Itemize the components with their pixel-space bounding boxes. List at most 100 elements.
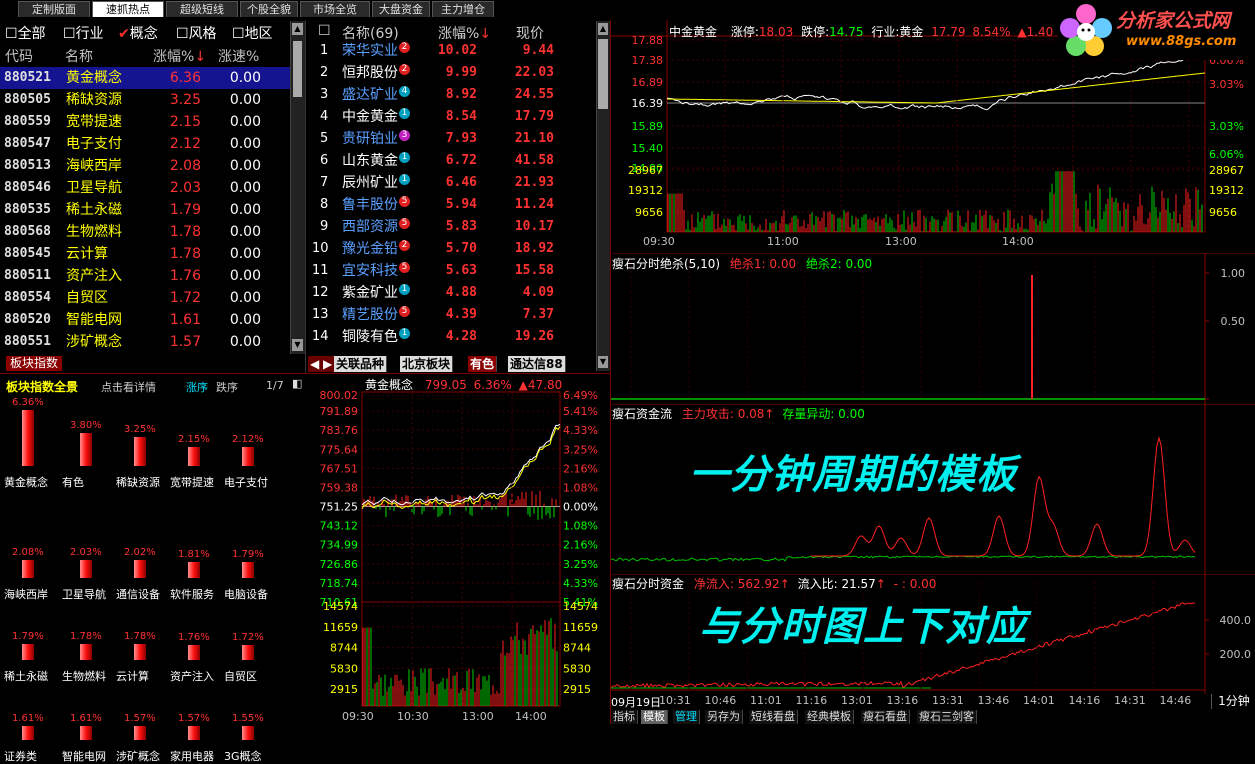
tab-6[interactable]: 大盘资金 [372, 1, 430, 17]
sector-row[interactable]: 880547 电子支付 2.12 0.00 [0, 133, 290, 155]
sector-row[interactable]: 880511 资产注入 1.76 0.00 [0, 265, 290, 287]
stock-row[interactable]: 13 精艺股份 5 4.39 7.37 [308, 304, 594, 326]
stock-row[interactable]: 7 辰州矿业 1 6.46 21.93 [308, 172, 594, 194]
sector-row[interactable]: 880568 生物燃料 1.78 0.00 [0, 221, 290, 243]
sector-bar-item[interactable]: 1.57% 涉矿概念 [114, 398, 168, 763]
tab-1[interactable]: 定制版面 [18, 1, 90, 17]
stock-scroll-down-icon[interactable]: ▼ [598, 356, 608, 368]
sector-bar-item[interactable]: 1.57% 家用电器 [168, 398, 222, 763]
time-axis-tick: 09月19日 [611, 696, 661, 709]
tab-4[interactable]: 个股全貌 [240, 1, 298, 17]
sector-row[interactable]: 880559 宽带提速 2.15 0.00 [0, 111, 290, 133]
stock-row[interactable]: 11 宜安科技 5 5.63 15.58 [308, 260, 594, 282]
stock-scroll-up-icon[interactable]: ▲ [598, 23, 608, 35]
sector-footer-tab[interactable]: 板块指数 [6, 356, 63, 371]
sector-row[interactable]: 880546 卫星导航 2.03 0.00 [0, 177, 290, 199]
sort-desc-button[interactable]: 跌序 [216, 379, 238, 395]
col-code[interactable]: 代码 [5, 46, 33, 66]
filter-industry[interactable]: ☐行业 [63, 23, 104, 43]
sector-bar-item[interactable]: 1.61% 智能电网 [60, 398, 114, 763]
sort-asc-button[interactable]: 涨序 [186, 379, 208, 395]
sector-chg: 1.78 [169, 224, 201, 240]
tab-2[interactable]: 速抓热点 [92, 1, 164, 17]
stock-row[interactable]: 12 紫金矿业 1 4.88 4.09 [308, 282, 594, 304]
sector-row[interactable]: 880551 涉矿概念 1.57 0.00 [0, 331, 290, 353]
stock-badge-icon: 5 [399, 218, 410, 229]
col-name[interactable]: 名称 [65, 46, 93, 66]
stock-row[interactable]: 2 恒邦股份 2 9.99 22.03 [308, 62, 594, 84]
stock-row[interactable]: 3 盛达矿业 4 8.92 24.55 [308, 84, 594, 106]
stock-tab-4[interactable]: 通达信88 [508, 356, 566, 372]
sector-name: 海峡西岸 [66, 158, 122, 174]
stock-tab-1[interactable]: 关联品种 [334, 356, 388, 372]
stock-price: 24.55 [514, 87, 554, 102]
bottom-nav-1[interactable]: 指标 [611, 710, 638, 724]
sector-name: 黄金概念 [66, 70, 122, 86]
stock-row[interactable]: 4 中金黄金 1 8.54 17.79 [308, 106, 594, 128]
stock-row[interactable]: 10 豫光金铅 2 5.70 18.92 [308, 238, 594, 260]
filter-concept[interactable]: ✔概念 [118, 23, 158, 43]
overlay-text-1: 一分钟周期的模板 [689, 451, 1017, 498]
stock-row[interactable]: 9 西部资源 5 5.83 10.17 [308, 216, 594, 238]
sector-row[interactable]: 880520 智能电网 1.61 0.00 [0, 309, 290, 331]
scroll-down-icon[interactable]: ▼ [292, 339, 303, 351]
sector-bar [80, 725, 92, 740]
sector-row[interactable]: 880505 稀缺资源 3.25 0.00 [0, 89, 290, 111]
filter-style[interactable]: ☐风格 [176, 23, 217, 43]
sector-scrollbar[interactable]: ▲ ▼ [290, 21, 305, 354]
tab-5[interactable]: 市场全览 [300, 1, 370, 17]
tab-scroll-arrows-icon[interactable]: ◀ ▶ [308, 356, 336, 372]
scroll-up-icon[interactable]: ▲ [292, 23, 303, 35]
stock-scroll-thumb[interactable] [598, 39, 608, 109]
sector-bar [242, 726, 254, 740]
period-label[interactable]: 1分钟 [1211, 694, 1255, 709]
stock-tab-3[interactable]: 有色 [468, 356, 498, 372]
bottom-nav-7[interactable]: 瘦石看盘 [861, 710, 910, 724]
stock-tab-2[interactable]: 北京板块 [400, 356, 454, 372]
sector-speed: 0.00 [229, 268, 261, 284]
sector-bar-item[interactable]: 1.55% 3G概念 [222, 398, 276, 763]
filter-all[interactable]: ☐全部 [5, 23, 46, 43]
stock-row[interactable]: 5 贵研铂业 3 7.93 21.10 [308, 128, 594, 150]
sector-row[interactable]: 880535 稀土永磁 1.79 0.00 [0, 199, 290, 221]
sector-bars-detail-link[interactable]: 点击看详情 [101, 379, 156, 395]
stock-badge-icon: 2 [399, 64, 410, 75]
filter-region[interactable]: ☐地区 [232, 23, 273, 43]
sector-row[interactable]: 880554 自贸区 1.72 0.00 [0, 287, 290, 309]
tab-7[interactable]: 主力增仓 [432, 1, 494, 17]
mini-vol-tick: 2915 [330, 683, 358, 696]
page-next-icon[interactable]: ◧ [292, 377, 302, 390]
sector-row[interactable]: 880513 海峡西岸 2.08 0.00 [0, 155, 290, 177]
bottom-nav-2[interactable]: 模板 [641, 710, 668, 724]
tab-3[interactable]: 超级短线 [166, 1, 238, 17]
col-speed[interactable]: 涨速% [218, 46, 259, 66]
page-indicator: 1/7 [266, 379, 284, 392]
stock-index: 9 [320, 219, 329, 234]
select-all-checkbox[interactable]: ☐ [318, 23, 331, 39]
sector-bar-item[interactable]: 1.61% 证券类 [2, 398, 56, 763]
sector-row[interactable]: 880545 云计算 1.78 0.00 [0, 243, 290, 265]
stock-scrollbar[interactable]: ▲ ▼ [596, 21, 610, 371]
scroll-thumb[interactable] [293, 41, 302, 97]
bottom-nav-8[interactable]: 瘦石三剑客 [917, 710, 977, 724]
stock-badge-icon: 5 [399, 306, 410, 317]
stock-name: 荣华实业 2 [342, 40, 410, 62]
sector-code: 880568 [4, 224, 51, 239]
mini-y-pct-tick: 3.25% [563, 558, 598, 571]
stock-row[interactable]: 8 鲁丰股份 5 5.94 11.24 [308, 194, 594, 216]
mini-vol-tick: 5830 [330, 662, 358, 675]
jueshai-1-value: 绝杀1: 0.00 [729, 257, 797, 271]
indicator-fundflow-name: 瘦石资金流 [612, 407, 673, 421]
stock-row[interactable]: 6 山东黄金 1 6.72 41.58 [308, 150, 594, 172]
stock-row[interactable]: 1 荣华实业 2 10.02 9.44 [308, 40, 594, 62]
bottom-nav-3[interactable]: 管理 [673, 710, 700, 724]
bottom-nav-4[interactable]: 另存为 [705, 710, 743, 724]
stock-row[interactable]: 14 铜陵有色 1 4.28 19.26 [308, 326, 594, 348]
time-axis-tick: 11:16 [795, 694, 828, 707]
main-chart-price: 17.79 [931, 25, 966, 39]
col-chg[interactable]: 涨幅%↓ [153, 46, 206, 66]
stock-chg: 5.94 [445, 197, 477, 212]
sector-row[interactable]: 880521 黄金概念 6.36 0.00 [0, 67, 290, 89]
bottom-nav-6[interactable]: 经典模板 [805, 710, 854, 724]
bottom-nav-5[interactable]: 短线看盘 [749, 710, 798, 724]
